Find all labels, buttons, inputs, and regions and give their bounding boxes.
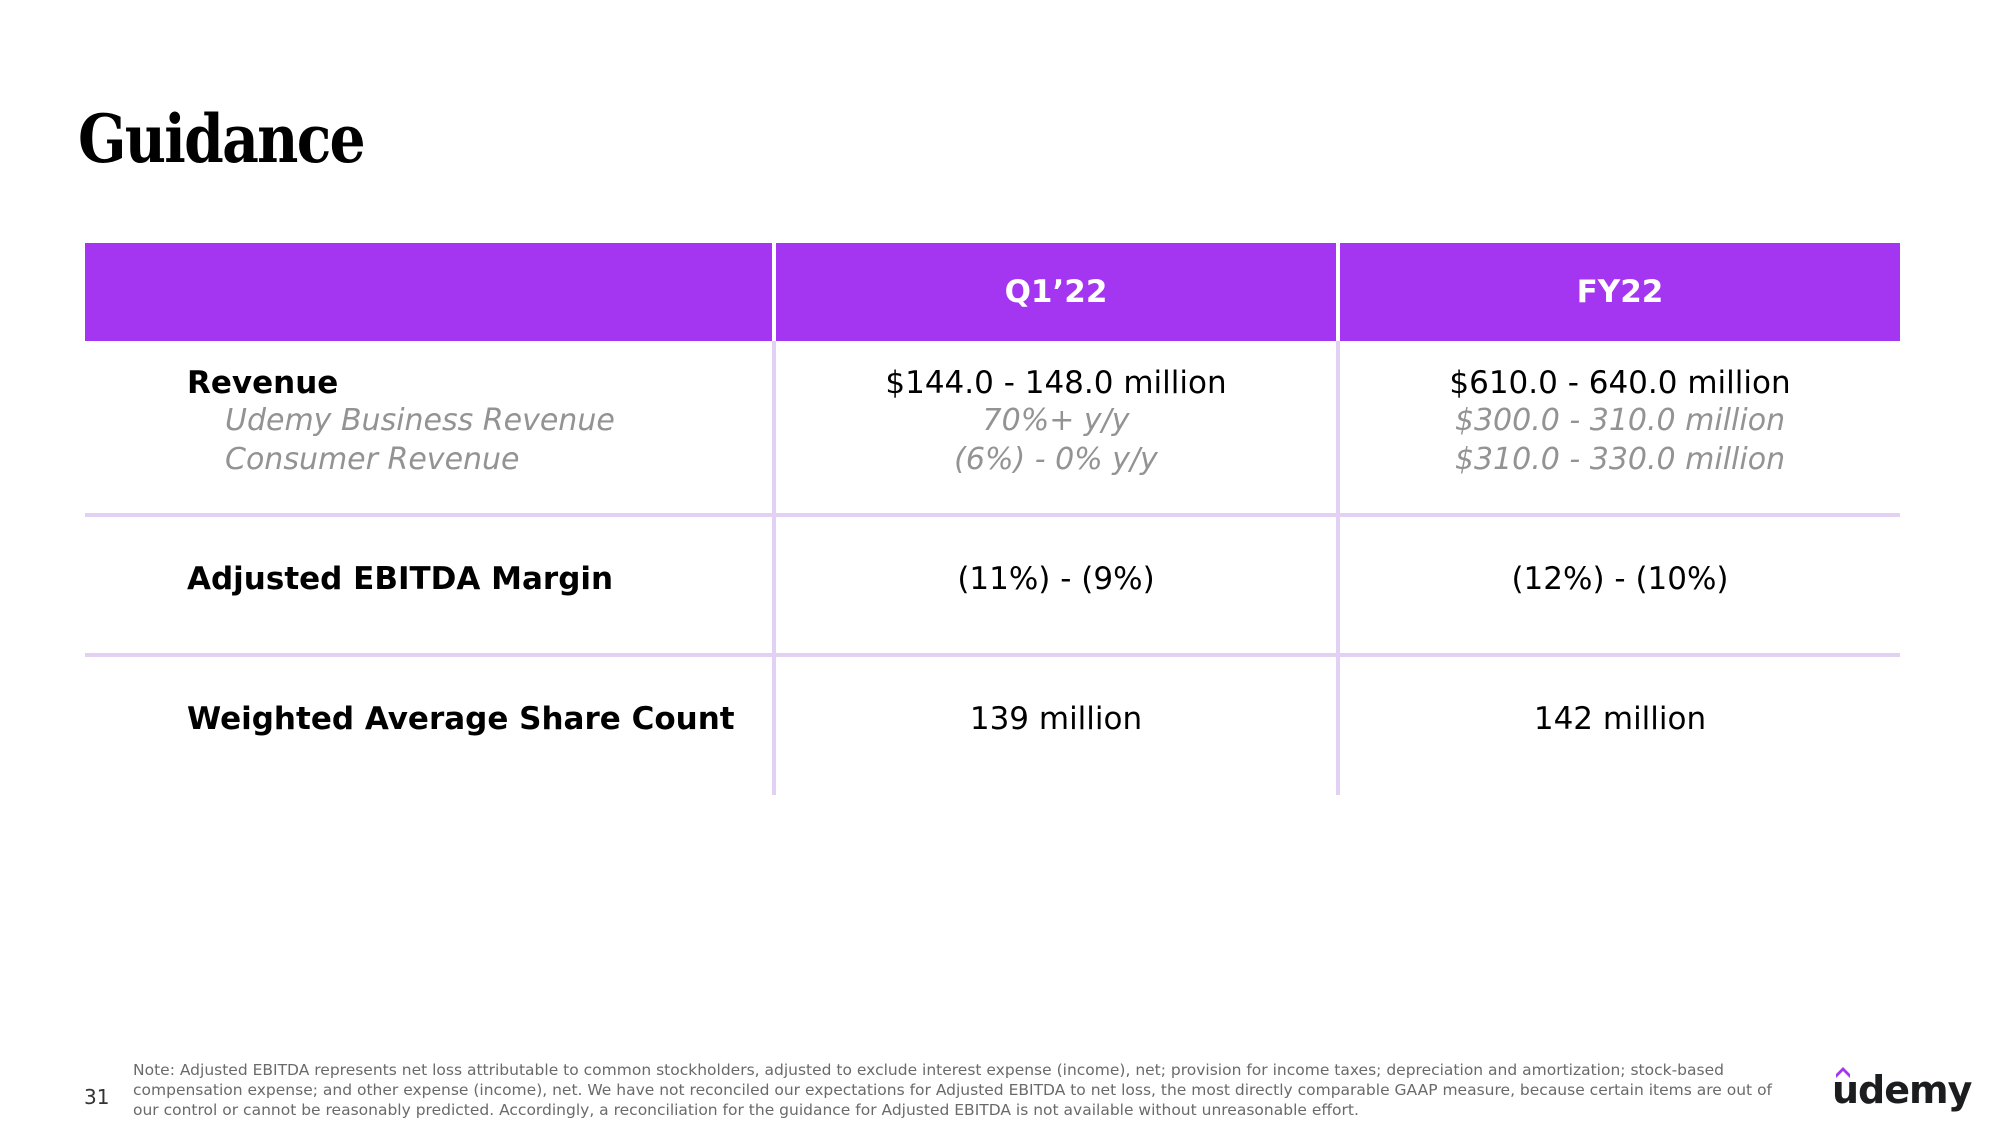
row-divider bbox=[85, 653, 1900, 657]
shares-fy-cell: 142 million bbox=[1533, 701, 1707, 737]
row-sublabel: Udemy Business Revenue bbox=[225, 403, 615, 438]
cell-value: $144.0 - 148.0 million bbox=[885, 365, 1227, 401]
cell-subvalue: (6%) - 0% y/y bbox=[954, 442, 1158, 477]
table-row-revenue-label: Revenue Udemy Business Revenue Consumer … bbox=[187, 365, 615, 479]
cell-value: $610.0 - 640.0 million bbox=[1449, 365, 1791, 401]
footnote: Note: Adjusted EBITDA represents net los… bbox=[133, 1061, 1773, 1119]
row-label: Adjusted EBITDA Margin bbox=[187, 561, 614, 597]
udemy-logo: udemy bbox=[1832, 1068, 1972, 1112]
page-number: 31 bbox=[84, 1085, 110, 1109]
cell-subvalue: $300.0 - 310.0 million bbox=[1454, 403, 1786, 438]
revenue-fy-cell: $610.0 - 640.0 million $300.0 - 310.0 mi… bbox=[1340, 365, 1900, 479]
revenue-q1-cell: $144.0 - 148.0 million 70%+ y/y (6%) - 0… bbox=[776, 365, 1336, 479]
row-label: Weighted Average Share Count bbox=[187, 701, 735, 737]
header-cell-fy22: FY22 bbox=[1340, 243, 1900, 341]
cell-subvalue: 70%+ y/y bbox=[982, 403, 1130, 438]
shares-q1-cell: 139 million bbox=[969, 701, 1143, 737]
ebitda-q1-cell: (11%) - (9%) bbox=[957, 561, 1155, 597]
header-cell-q1-22: Q1’22 bbox=[776, 243, 1336, 341]
cell-subvalue: $310.0 - 330.0 million bbox=[1454, 442, 1786, 477]
ebitda-fy-cell: (12%) - (10%) bbox=[1511, 561, 1729, 597]
row-sublabel: Consumer Revenue bbox=[225, 442, 520, 477]
row-divider bbox=[85, 513, 1900, 517]
page-title: Guidance bbox=[78, 100, 366, 178]
header-cell-metric bbox=[85, 243, 772, 341]
row-label: Revenue bbox=[187, 365, 339, 401]
